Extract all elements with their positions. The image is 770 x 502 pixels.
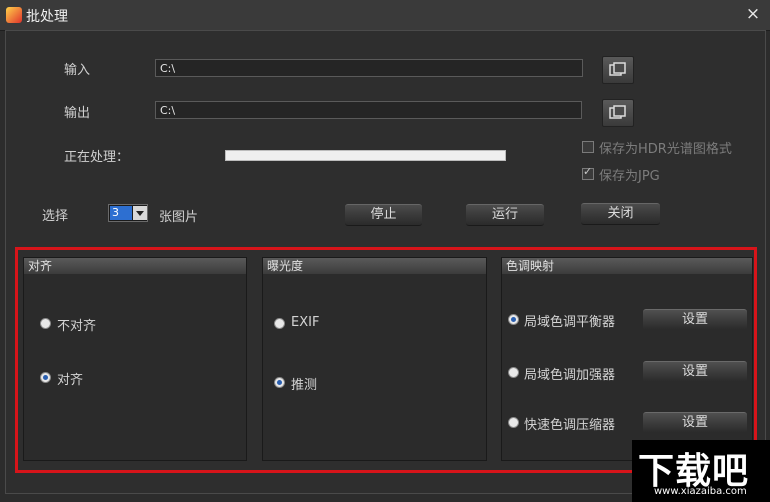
app-icon: [6, 7, 22, 23]
folder-browse-icon: [609, 105, 626, 119]
fast-compress-settings-button[interactable]: 设置: [643, 412, 747, 433]
chevron-down-icon[interactable]: [133, 206, 147, 220]
input-label: 输入: [64, 63, 91, 78]
local-enhance-label: 局域色调加强器: [524, 368, 616, 383]
browse-input-button[interactable]: [602, 56, 634, 84]
local-enhance-settings-button[interactable]: 设置: [643, 361, 747, 382]
save-jpg-checkbox[interactable]: [582, 165, 594, 180]
align-panel-title: 对齐: [24, 258, 246, 274]
select-label: 选择: [42, 209, 69, 224]
browse-output-button[interactable]: [602, 99, 634, 127]
radio-no-align[interactable]: [40, 318, 51, 329]
window-title: 批处理: [26, 9, 68, 25]
align-panel: 对齐: [23, 257, 247, 461]
processing-label: 正在处理：: [64, 150, 130, 165]
folder-browse-icon: [609, 62, 626, 76]
radio-exif[interactable]: [274, 318, 285, 329]
exposure-panel-title: 曝光度: [263, 258, 486, 274]
radio-guess[interactable]: [274, 377, 285, 388]
progress-bar: [225, 150, 506, 161]
local-balance-label: 局域色调平衡器: [524, 315, 616, 330]
image-count-select[interactable]: 3: [108, 204, 148, 222]
no-align-label: 不对齐: [57, 319, 97, 334]
image-count-value: 3: [110, 206, 132, 220]
save-hdr-label: 保存为HDR光谱图格式: [599, 142, 732, 157]
radio-fast-compress[interactable]: [508, 417, 519, 428]
fast-compress-label: 快速色调压缩器: [524, 418, 616, 433]
run-button[interactable]: 运行: [466, 204, 544, 226]
exposure-panel: 曝光度: [262, 257, 487, 461]
align-label: 对齐: [57, 373, 84, 388]
exif-label: EXIF: [291, 315, 320, 330]
save-jpg-label: 保存为JPG: [599, 169, 660, 184]
save-hdr-checkbox[interactable]: [582, 141, 594, 153]
input-path-field[interactable]: [155, 59, 583, 77]
output-path-field[interactable]: [155, 101, 582, 119]
local-balance-settings-button[interactable]: 设置: [643, 309, 747, 330]
output-label: 输出: [64, 106, 91, 121]
watermark-url: www.xiazaiba.com: [654, 486, 747, 497]
radio-local-enhance[interactable]: [508, 367, 519, 378]
tonemap-panel-title: 色调映射: [502, 258, 752, 274]
site-watermark: 下载吧 www.xiazaiba.com: [632, 440, 770, 502]
close-dialog-button[interactable]: 关闭: [581, 203, 660, 225]
radio-local-balance[interactable]: [508, 314, 519, 325]
close-button[interactable]: ×: [744, 4, 762, 24]
title-bar: 批处理 ×: [0, 0, 770, 31]
images-suffix-label: 张图片: [159, 210, 199, 225]
stop-button[interactable]: 停止: [345, 204, 422, 226]
guess-label: 推测: [291, 378, 318, 393]
radio-align[interactable]: [40, 372, 51, 383]
